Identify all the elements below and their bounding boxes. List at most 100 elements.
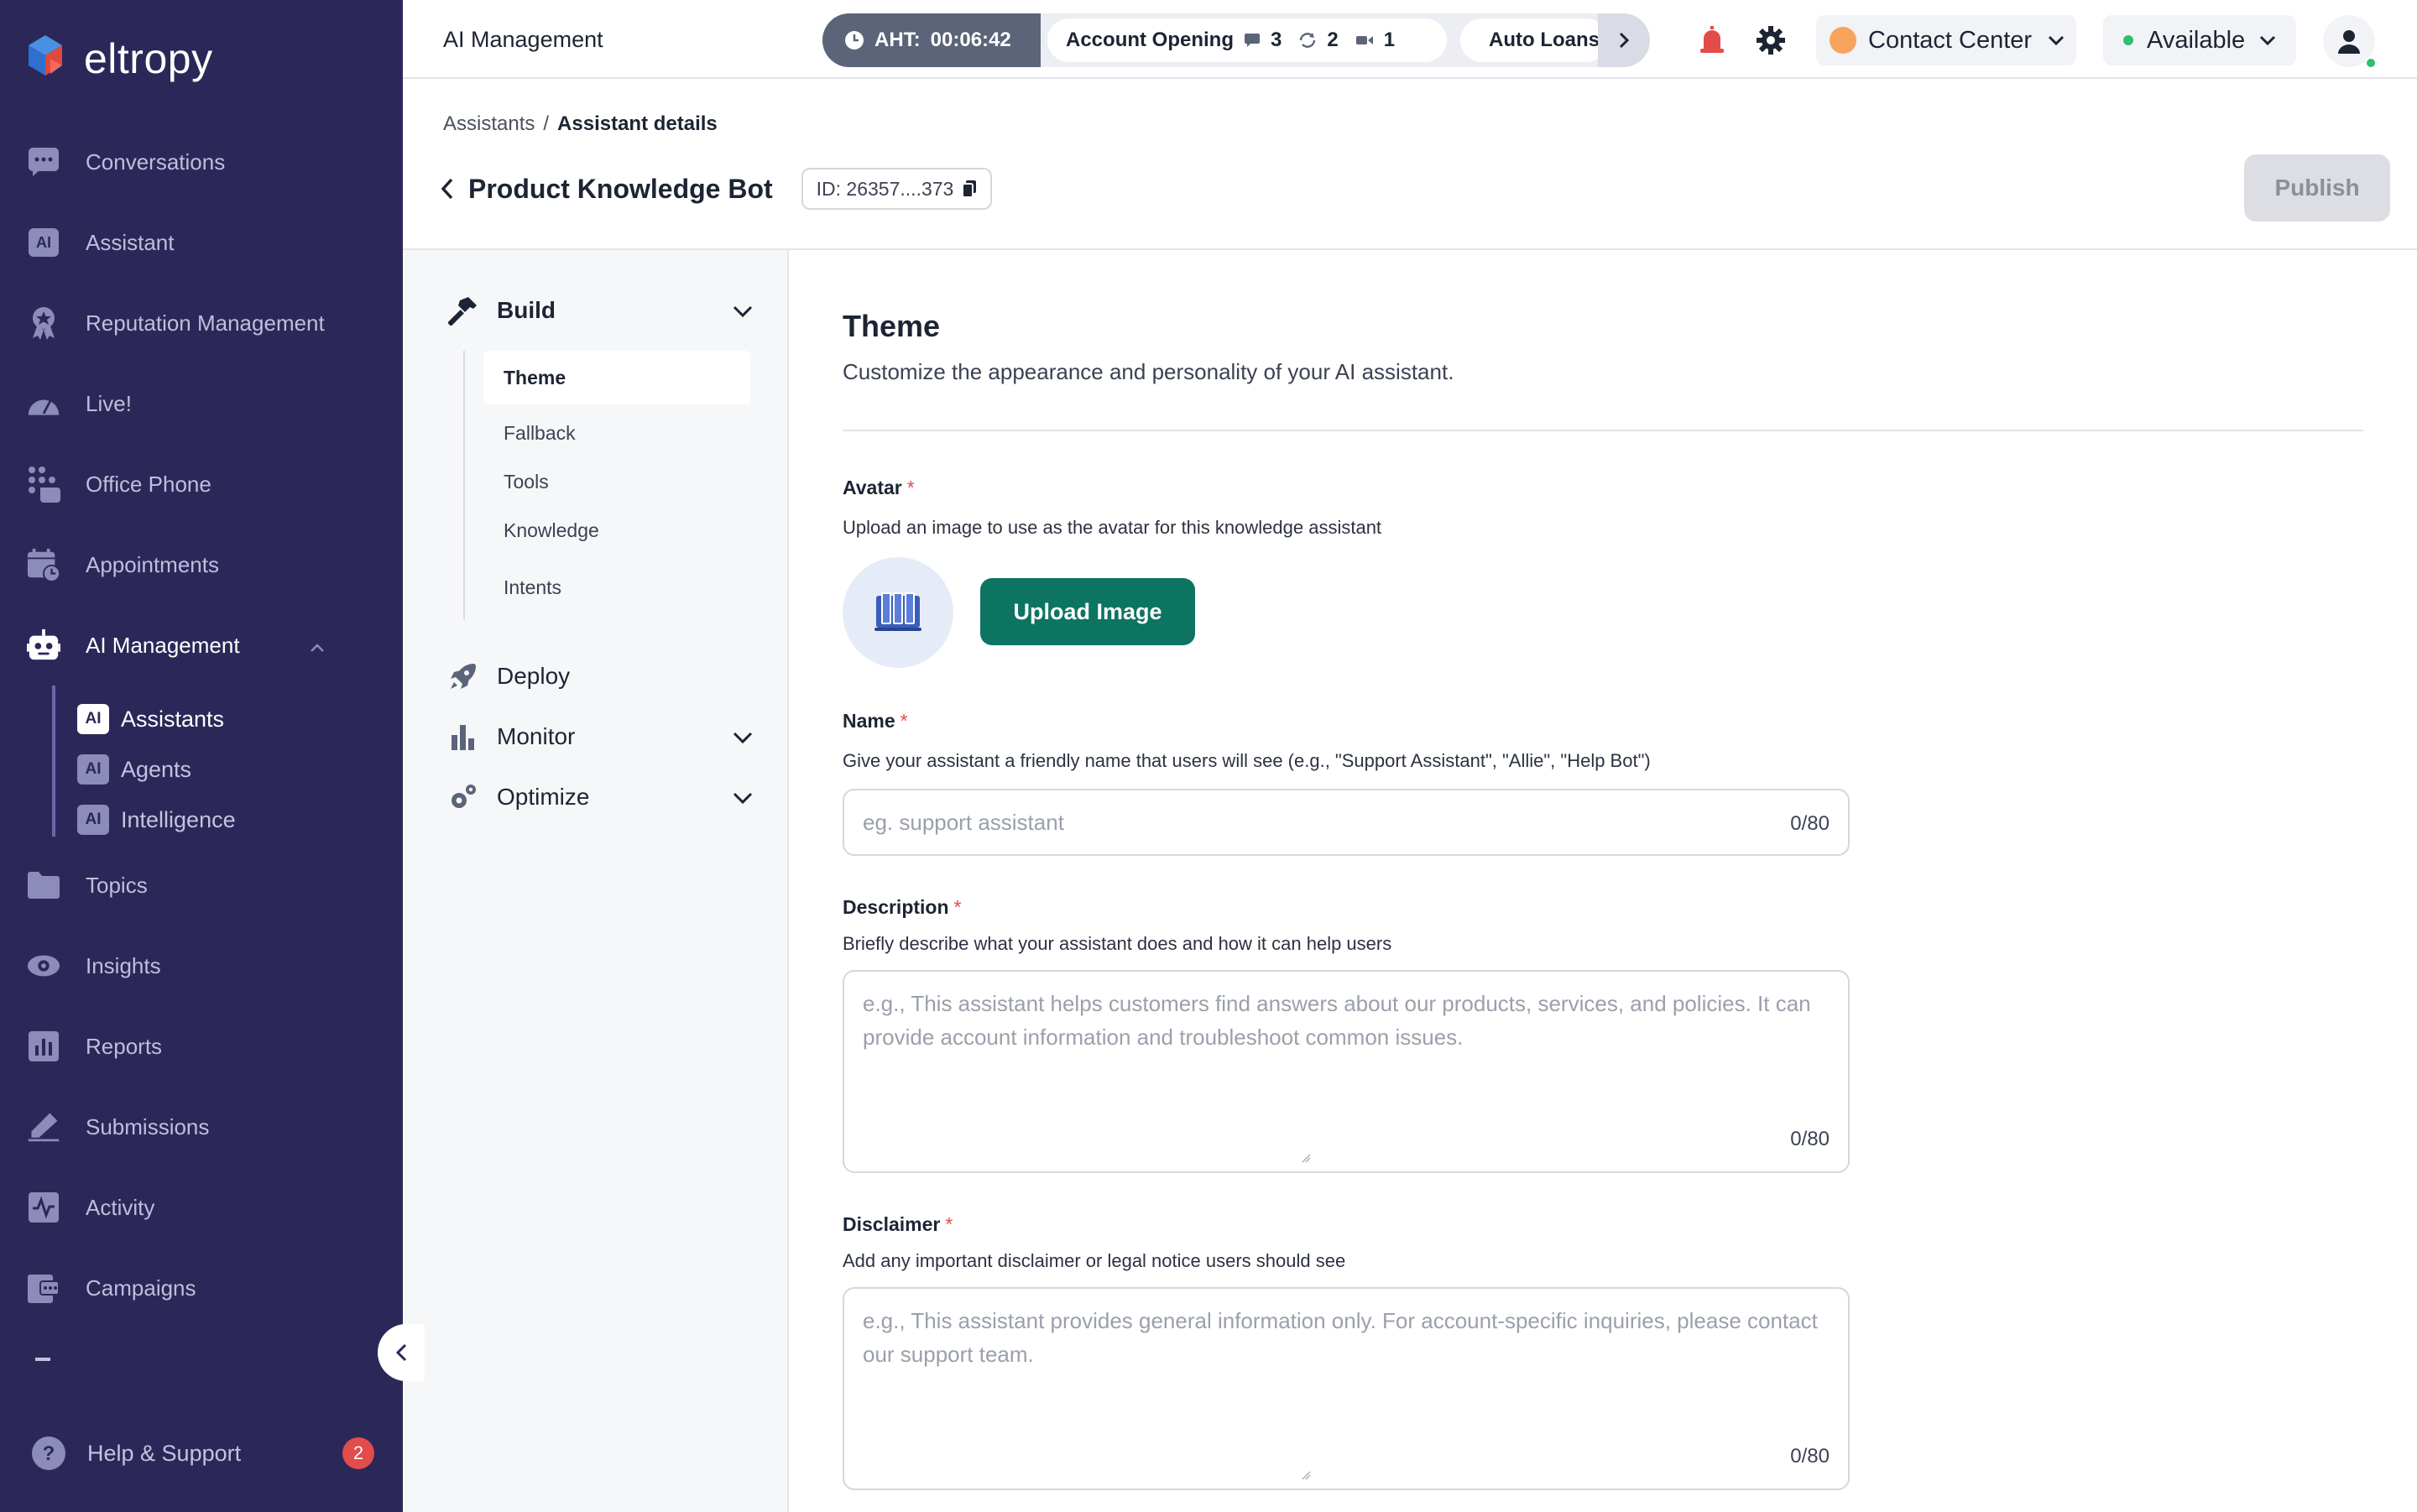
page-header: Assistants / Assistant details Product K… (403, 79, 2417, 250)
name-input[interactable]: eg. support assistant 0/80 (843, 789, 1850, 856)
sidebar-item-activity[interactable]: Activity (0, 1167, 403, 1248)
section-monitor[interactable]: Monitor (446, 720, 754, 753)
sidebar-item-insights[interactable]: Insights (0, 925, 403, 1006)
availability-select[interactable]: Available (2103, 15, 2296, 65)
online-indicator (2365, 57, 2377, 69)
back-chevron-icon[interactable] (440, 177, 455, 201)
ai-icon: AI (77, 704, 109, 734)
breadcrumb-current: Assistant details (557, 112, 718, 135)
bar-chart-icon (27, 1030, 60, 1063)
contact-center-value: Contact Center (1868, 26, 2033, 54)
sidebar-item-live[interactable]: Live! (0, 363, 403, 444)
bar-chart-icon (446, 720, 480, 753)
chevron-down-icon (2048, 35, 2065, 46)
user-icon (2338, 30, 2360, 54)
avatar-preview (843, 557, 953, 668)
sidebar-subitem-agents[interactable]: AI Agents (77, 744, 403, 795)
sidebar-item-label: Appointments (86, 551, 219, 577)
call-count: 2 (1327, 29, 1339, 51)
breadcrumb: Assistants / Assistant details (443, 112, 718, 136)
subnav-fallback[interactable]: Fallback (483, 406, 750, 460)
video-icon (1355, 36, 1373, 44)
chevron-left-icon (395, 1343, 407, 1362)
section-build[interactable]: Build (446, 294, 754, 327)
alarm-icon[interactable] (1695, 23, 1729, 57)
sidebar-item-conversations[interactable]: Conversations (0, 122, 403, 202)
resize-handle-icon[interactable] (1301, 1470, 1311, 1480)
sidebar-item-assistant[interactable]: AI Assistant (0, 202, 403, 283)
publish-button[interactable]: Publish (2244, 154, 2390, 222)
subnav-label: Agents (121, 756, 192, 782)
sidebar-subitem-intelligence[interactable]: AI Intelligence (77, 795, 403, 845)
section-optimize[interactable]: Optimize (446, 780, 754, 814)
section-deploy[interactable]: Deploy (446, 660, 754, 693)
disclaimer-textarea[interactable]: e.g., This assistant provides general in… (843, 1287, 1850, 1490)
sidebar-item-appointments[interactable]: Appointments (0, 524, 403, 605)
subnav-knowledge[interactable]: Knowledge (483, 503, 750, 557)
copy-icon[interactable] (962, 180, 977, 198)
description-label: Description * (843, 896, 962, 918)
description-placeholder: e.g., This assistant helps customers fin… (863, 991, 1811, 1050)
speedometer-icon (27, 387, 60, 420)
chevron-up-icon[interactable] (309, 633, 326, 659)
name-char-count: 0/80 (1790, 812, 1830, 835)
section-label: Build (497, 297, 556, 323)
module-title: AI Management (443, 27, 603, 52)
assistant-id-chip[interactable]: ID: 26357....373 (801, 168, 993, 210)
queue-tab-auto-loans[interactable]: Auto Loans (1460, 18, 1608, 62)
brand-logo[interactable]: eltropy (25, 34, 213, 84)
sidebar-item-office-phone[interactable]: Office Phone (0, 444, 403, 524)
disclaimer-help-text: Add any important disclaimer or legal no… (843, 1250, 1346, 1271)
ai-icon: AI (77, 805, 109, 835)
sidebar-item-reputation[interactable]: Reputation Management (0, 283, 403, 363)
queue-next-button[interactable] (1598, 13, 1650, 67)
sidebar-nav: Conversations AI Assistant Reputation Ma… (0, 122, 403, 1328)
description-textarea[interactable]: e.g., This assistant helps customers fin… (843, 970, 1850, 1173)
upload-image-button[interactable]: Upload Image (980, 578, 1195, 645)
sidebar-subitem-assistants[interactable]: AI Assistants (77, 694, 403, 744)
name-help-text: Give your assistant a friendly name that… (843, 750, 1651, 771)
help-notification-badge: 2 (342, 1437, 374, 1469)
subnav-intents[interactable]: Intents (483, 560, 750, 614)
section-label: Optimize (497, 784, 590, 810)
phone-keypad-icon (27, 467, 60, 503)
help-icon: ? (32, 1436, 65, 1470)
aht-value: 00:06:42 (930, 29, 1011, 51)
chat-icon (27, 145, 60, 179)
sidebar-item-label: Insights (86, 952, 161, 978)
user-menu-button[interactable] (2323, 15, 2377, 69)
sidebar-item-label: Office Phone (86, 471, 211, 497)
resize-handle-icon[interactable] (1301, 1153, 1311, 1163)
eye-icon (27, 949, 60, 983)
sidebar-item-campaigns[interactable]: Campaigns (0, 1248, 403, 1328)
sidebar-item-label: Live! (86, 390, 132, 416)
aht-label: AHT: (874, 29, 921, 51)
chat-count: 3 (1271, 29, 1282, 51)
sidebar-item-reports[interactable]: Reports (0, 1006, 403, 1087)
subnav-label: Assistants (121, 706, 225, 732)
robot-icon (27, 628, 60, 662)
chat-icon (1245, 34, 1260, 47)
disclaimer-label: Disclaimer * (843, 1213, 953, 1235)
sidebar-item-submissions[interactable]: Submissions (0, 1087, 403, 1167)
rocket-icon (446, 660, 480, 693)
subnav-tools[interactable]: Tools (483, 455, 750, 508)
breadcrumb-assistants-link[interactable]: Assistants (443, 112, 535, 136)
required-marker: * (953, 896, 962, 918)
disclaimer-placeholder: e.g., This assistant provides general in… (863, 1308, 1818, 1367)
sidebar-item-ai-management[interactable]: AI Management (0, 605, 403, 686)
subnav-theme[interactable]: Theme (483, 351, 750, 404)
status-dot (2123, 35, 2133, 45)
sidebar-item-label: Conversations (86, 149, 226, 175)
sidebar-item-topics[interactable]: Topics (0, 845, 403, 925)
contact-center-select[interactable]: Contact Center (1816, 15, 2076, 65)
build-subnav-line (463, 351, 465, 619)
subnav-label: Intelligence (121, 806, 236, 832)
divider (843, 430, 2363, 431)
ai-icon: AI (27, 226, 60, 259)
queue-tab-account-opening[interactable]: Account Opening 3 2 1 (1047, 18, 1447, 62)
settings-gear-icon[interactable] (1754, 23, 1788, 57)
help-support-link[interactable]: ? Help & Support 2 (30, 1435, 374, 1472)
aht-timer: AHT: 00:06:42 (822, 13, 1041, 67)
video-count: 1 (1383, 29, 1396, 51)
